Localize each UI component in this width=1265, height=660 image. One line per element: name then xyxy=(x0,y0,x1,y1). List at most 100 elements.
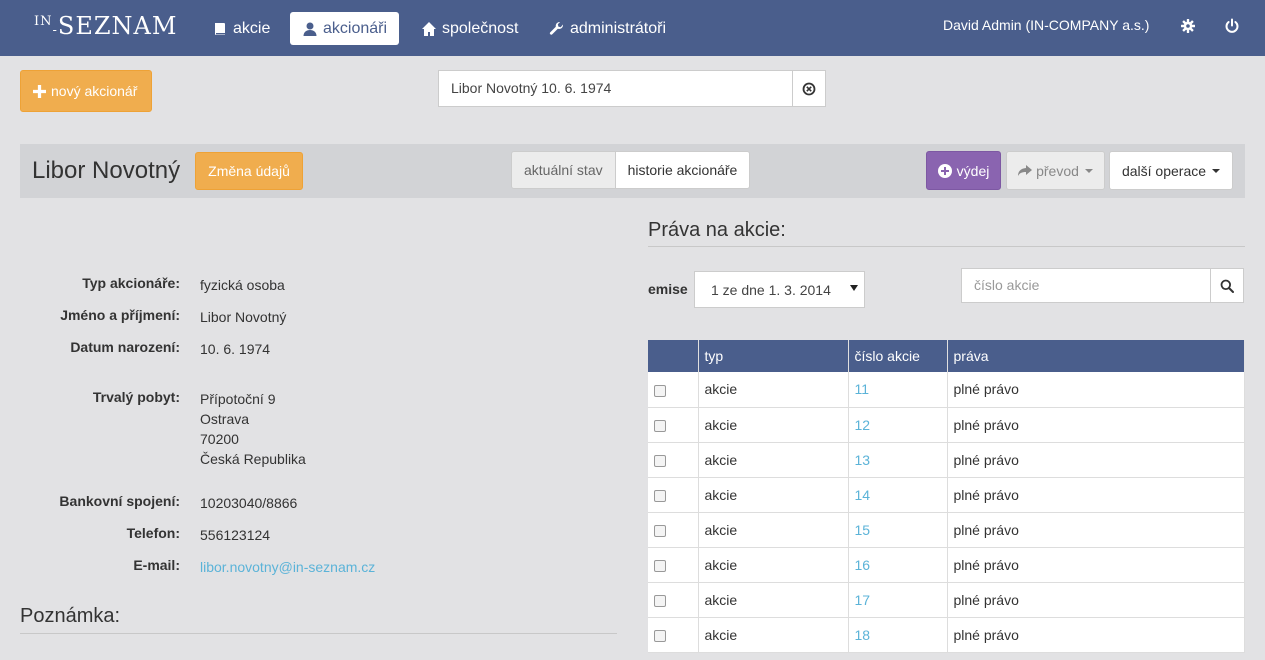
more-operations-label: další operace xyxy=(1121,162,1207,179)
caret-down-icon xyxy=(1212,168,1221,173)
share-number-link[interactable]: 16 xyxy=(855,557,871,573)
emise-select[interactable]: 1 ze dne 1. 3. 2014 xyxy=(694,271,865,308)
column-header-prava[interactable]: práva xyxy=(947,340,1245,372)
row-checkbox[interactable] xyxy=(654,384,666,397)
table-row: akcie 12 plné právo xyxy=(648,407,1245,443)
address-block: Přípotoční 9 Ostrava 70200 Česká Republi… xyxy=(200,389,306,469)
gear-icon[interactable] xyxy=(1180,18,1196,34)
nav-item-akcionari[interactable]: akcionáři xyxy=(290,12,400,45)
cell-typ: akcie xyxy=(698,512,849,548)
transfer-button[interactable]: převod xyxy=(1006,151,1105,190)
detail-value: 10. 6. 1974 xyxy=(200,341,271,357)
shares-table: typ číslo akcie práva akcie 11 plné práv… xyxy=(648,340,1245,653)
table-row: akcie 15 plné právo xyxy=(648,512,1245,548)
row-checkbox[interactable] xyxy=(654,489,666,502)
shareholder-search: Libor Novotný 10. 6. 1974 xyxy=(438,70,826,107)
share-number-link[interactable]: 14 xyxy=(855,487,871,503)
user-icon xyxy=(303,22,317,36)
address-line: Přípotoční 9 xyxy=(200,391,276,407)
share-number-search: číslo akcie xyxy=(961,268,1244,303)
cell-prava: plné právo xyxy=(947,407,1245,443)
email-link[interactable]: libor.novotny@in-seznam.cz xyxy=(200,559,375,575)
detail-value: Libor Novotný xyxy=(200,309,287,325)
share-number-link[interactable]: 12 xyxy=(855,417,871,433)
share-number-link[interactable]: 11 xyxy=(855,381,870,397)
nav-item-akcie[interactable]: akcie xyxy=(200,12,282,45)
detail-label: Datum narození: xyxy=(70,339,180,355)
share-number-input[interactable]: číslo akcie xyxy=(962,269,1210,302)
plus-circle-icon xyxy=(937,163,952,178)
cell-prava: plné právo xyxy=(947,617,1245,653)
nav-item-spolecnost[interactable]: společnost xyxy=(409,12,531,45)
emise-label: emise xyxy=(648,281,688,297)
clear-search-button[interactable] xyxy=(792,71,825,106)
power-icon[interactable] xyxy=(1224,18,1240,34)
table-row: akcie 16 plné právo xyxy=(648,547,1245,583)
nav-item-label: akcionáři xyxy=(323,19,388,37)
cell-prava: plné právo xyxy=(947,477,1245,513)
share-number-link[interactable]: 18 xyxy=(855,627,871,643)
share-search-button[interactable] xyxy=(1210,269,1243,302)
cell-prava: plné právo xyxy=(947,547,1245,583)
emise-selected-value: 1 ze dne 1. 3. 2014 xyxy=(711,281,831,298)
cell-prava: plné právo xyxy=(947,582,1245,618)
nav-item-label: akcie xyxy=(233,19,271,37)
select-arrow-icon xyxy=(850,285,858,291)
detail-label: Telefon: xyxy=(126,525,180,541)
address-line: Česká Republika xyxy=(200,451,306,467)
address-line: 70200 xyxy=(200,431,239,447)
logo-text: SEZNAM xyxy=(57,12,178,40)
table-row: akcie 17 plné právo xyxy=(648,582,1245,618)
share-number-link[interactable]: 17 xyxy=(855,592,871,608)
more-operations-button[interactable]: další operace xyxy=(1109,151,1233,190)
table-row: akcie 13 plné právo xyxy=(648,442,1245,478)
transfer-label: převod xyxy=(1036,162,1079,179)
share-arrow-icon xyxy=(1018,164,1033,176)
row-checkbox[interactable] xyxy=(654,419,666,432)
cell-prava: plné právo xyxy=(947,512,1245,548)
rights-title: Práva na akcie: xyxy=(648,219,786,241)
detail-value: 10203040/8866 xyxy=(200,495,298,511)
row-checkbox[interactable] xyxy=(654,524,666,537)
cell-typ: akcie xyxy=(698,582,849,618)
detail-label: Trvalý pobyt: xyxy=(92,389,180,405)
issue-button[interactable]: výdej xyxy=(926,151,1001,190)
row-checkbox[interactable] xyxy=(654,594,666,607)
cell-prava: plné právo xyxy=(947,372,1245,408)
cell-typ: akcie xyxy=(698,477,849,513)
tab-historie-akcionare[interactable]: historie akcionáře xyxy=(615,152,750,188)
detail-value: 556123124 xyxy=(200,527,271,543)
current-user[interactable]: David Admin (IN-COMPANY a.s.) xyxy=(943,17,1149,33)
detail-label: Typ akcionáře: xyxy=(82,275,180,291)
rights-divider xyxy=(648,246,1245,247)
note-title: Poznámka: xyxy=(20,605,121,627)
row-checkbox[interactable] xyxy=(654,559,666,572)
new-shareholder-label: nový akcionář xyxy=(51,83,138,99)
row-checkbox[interactable] xyxy=(654,454,666,467)
nav-item-administratori[interactable]: administrátoři xyxy=(537,12,678,45)
shareholder-search-input[interactable]: Libor Novotný 10. 6. 1974 xyxy=(439,71,792,106)
share-number-link[interactable]: 13 xyxy=(855,452,871,468)
new-shareholder-button[interactable]: nový akcionář xyxy=(20,70,152,112)
caret-down-icon xyxy=(1084,168,1093,173)
column-header-cislo[interactable]: číslo akcie xyxy=(848,340,948,372)
tab-aktualni-stav[interactable]: aktuální stav xyxy=(512,152,616,188)
detail-label: Jméno a příjmení: xyxy=(60,307,180,323)
home-icon xyxy=(422,21,436,36)
note-divider xyxy=(20,633,617,634)
column-header-typ[interactable]: typ xyxy=(698,340,849,372)
detail-value: fyzická osoba xyxy=(200,277,285,293)
change-details-button[interactable]: Změna údajů xyxy=(195,152,303,190)
detail-label: Bankovní spojení: xyxy=(59,493,180,509)
cell-typ: akcie xyxy=(698,617,849,653)
share-number-link[interactable]: 15 xyxy=(855,522,871,538)
nav-item-label: administrátoři xyxy=(570,19,667,37)
issue-label: výdej xyxy=(956,162,990,179)
app-logo[interactable]: IN-SEZNAM xyxy=(34,12,177,40)
row-checkbox[interactable] xyxy=(654,629,666,642)
table-row: akcie 14 plné právo xyxy=(648,477,1245,513)
column-header-select xyxy=(648,340,699,372)
cell-typ: akcie xyxy=(698,547,849,583)
top-navbar: IN-SEZNAM akcie akcionáři společnost adm… xyxy=(0,0,1265,56)
plus-icon xyxy=(33,84,46,98)
